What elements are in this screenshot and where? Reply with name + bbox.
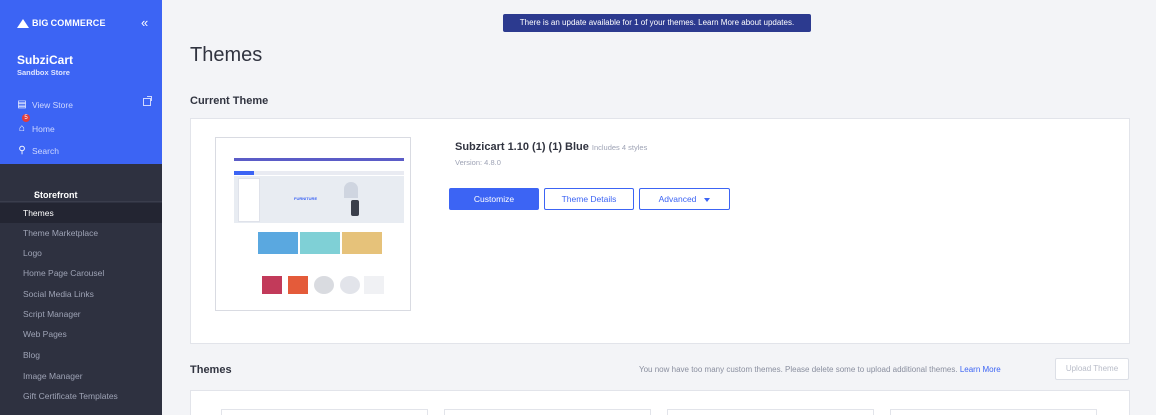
upload-theme-button[interactable]: Upload Theme — [1055, 358, 1129, 380]
theme-styles-count: Includes 4 styles — [591, 143, 648, 152]
sidebar-item-web-pages[interactable]: Web Pages — [0, 324, 162, 344]
sidebar-item-home-page-carousel[interactable]: Home Page Carousel — [0, 263, 162, 283]
themes-limit-message: You now have too many custom themes. Ple… — [639, 365, 1001, 374]
themes-panel — [190, 390, 1130, 415]
advanced-label: Advanced — [658, 194, 697, 204]
preview-product — [314, 276, 334, 294]
logo-text: COMMERCE — [50, 18, 106, 28]
preview-tile — [258, 232, 298, 254]
current-theme-heading: Current Theme — [190, 95, 269, 107]
storefront-back-button[interactable]: ‹ Storefront — [0, 164, 162, 202]
sidebar-item-script-manager[interactable]: Script Manager — [0, 304, 162, 324]
preview-product — [340, 276, 360, 294]
theme-card[interactable] — [667, 409, 874, 415]
sidebar-item-logo[interactable]: Logo — [0, 243, 162, 263]
theme-card[interactable] — [444, 409, 651, 415]
theme-details-button[interactable]: Theme Details — [544, 188, 634, 210]
sidebar-item-social-media-links[interactable]: Social Media Links — [0, 284, 162, 304]
sidebar-item-image-manager[interactable]: Image Manager — [0, 366, 162, 386]
logo-prefix: BIG — [32, 18, 49, 28]
preview-hero-text: FURNITURE — [294, 196, 318, 201]
preview-sidebar — [238, 178, 260, 222]
logo-mark-icon — [17, 18, 29, 28]
view-store-link[interactable]: ▤ View Store — [17, 99, 73, 110]
themes-message-text: You now have too many custom themes. Ple… — [639, 365, 958, 374]
learn-more-link[interactable]: Learn More — [960, 365, 1001, 374]
store-icon: ▤ — [17, 99, 27, 110]
storefront-label: Storefront — [34, 190, 78, 200]
search-icon: ⚲ — [18, 145, 26, 156]
view-store-label: View Store — [32, 99, 73, 110]
preview-product — [262, 276, 282, 294]
customize-button[interactable]: Customize — [449, 188, 539, 210]
external-link-icon[interactable] — [143, 96, 152, 106]
theme-card[interactable] — [890, 409, 1097, 415]
home-icon: ⌂ — [18, 123, 26, 134]
theme-name-text: Subzicart 1.10 (1) (1) Blue — [455, 141, 589, 153]
page-title: Themes — [190, 44, 263, 66]
preview-product — [364, 276, 384, 294]
theme-version: Version: 4.8.0 — [455, 158, 501, 167]
sidebar-item-blog[interactable]: Blog — [0, 345, 162, 365]
preview-topbar — [234, 158, 404, 161]
theme-name: Subzicart 1.10 (1) (1) Blue Includes 4 st… — [455, 141, 647, 153]
sidebar: BIG COMMERCE « SubziCart Sandbox Store ▤ … — [0, 0, 162, 415]
notification-badge: 5 — [22, 114, 30, 122]
preview-lamp — [344, 182, 358, 198]
preview-tile — [300, 232, 340, 254]
store-type: Sandbox Store — [17, 68, 70, 77]
preview-nav — [234, 171, 404, 175]
advanced-dropdown-button[interactable]: Advanced — [639, 188, 730, 210]
bigcommerce-logo[interactable]: BIG COMMERCE — [17, 18, 106, 28]
store-name: SubziCart — [17, 53, 74, 67]
preview-vase — [351, 200, 359, 216]
sidebar-item-gift-certificate-templates[interactable]: Gift Certificate Templates — [0, 386, 162, 406]
collapse-sidebar-icon[interactable]: « — [141, 15, 148, 30]
theme-card[interactable] — [221, 409, 428, 415]
theme-preview-image[interactable]: FURNITURE — [215, 137, 411, 311]
current-theme-card: FURNITURE Subzicart 1.10 (1) (1) Blue Inc… — [190, 118, 1130, 344]
sidebar-item-themes[interactable]: Themes — [0, 203, 162, 223]
home-label: Home — [32, 123, 55, 134]
update-notice[interactable]: There is an update available for 1 of yo… — [503, 14, 811, 32]
home-link[interactable]: ⌂ Home — [17, 123, 55, 134]
preview-tile — [342, 232, 382, 254]
sidebar-header: BIG COMMERCE « SubziCart Sandbox Store ▤ … — [0, 0, 162, 164]
chevron-down-icon — [704, 197, 711, 202]
preview-product — [288, 276, 308, 294]
search-link[interactable]: ⚲ Search — [17, 145, 59, 156]
themes-heading: Themes — [190, 364, 232, 376]
search-label: Search — [32, 145, 59, 156]
sidebar-item-theme-marketplace[interactable]: Theme Marketplace — [0, 223, 162, 243]
